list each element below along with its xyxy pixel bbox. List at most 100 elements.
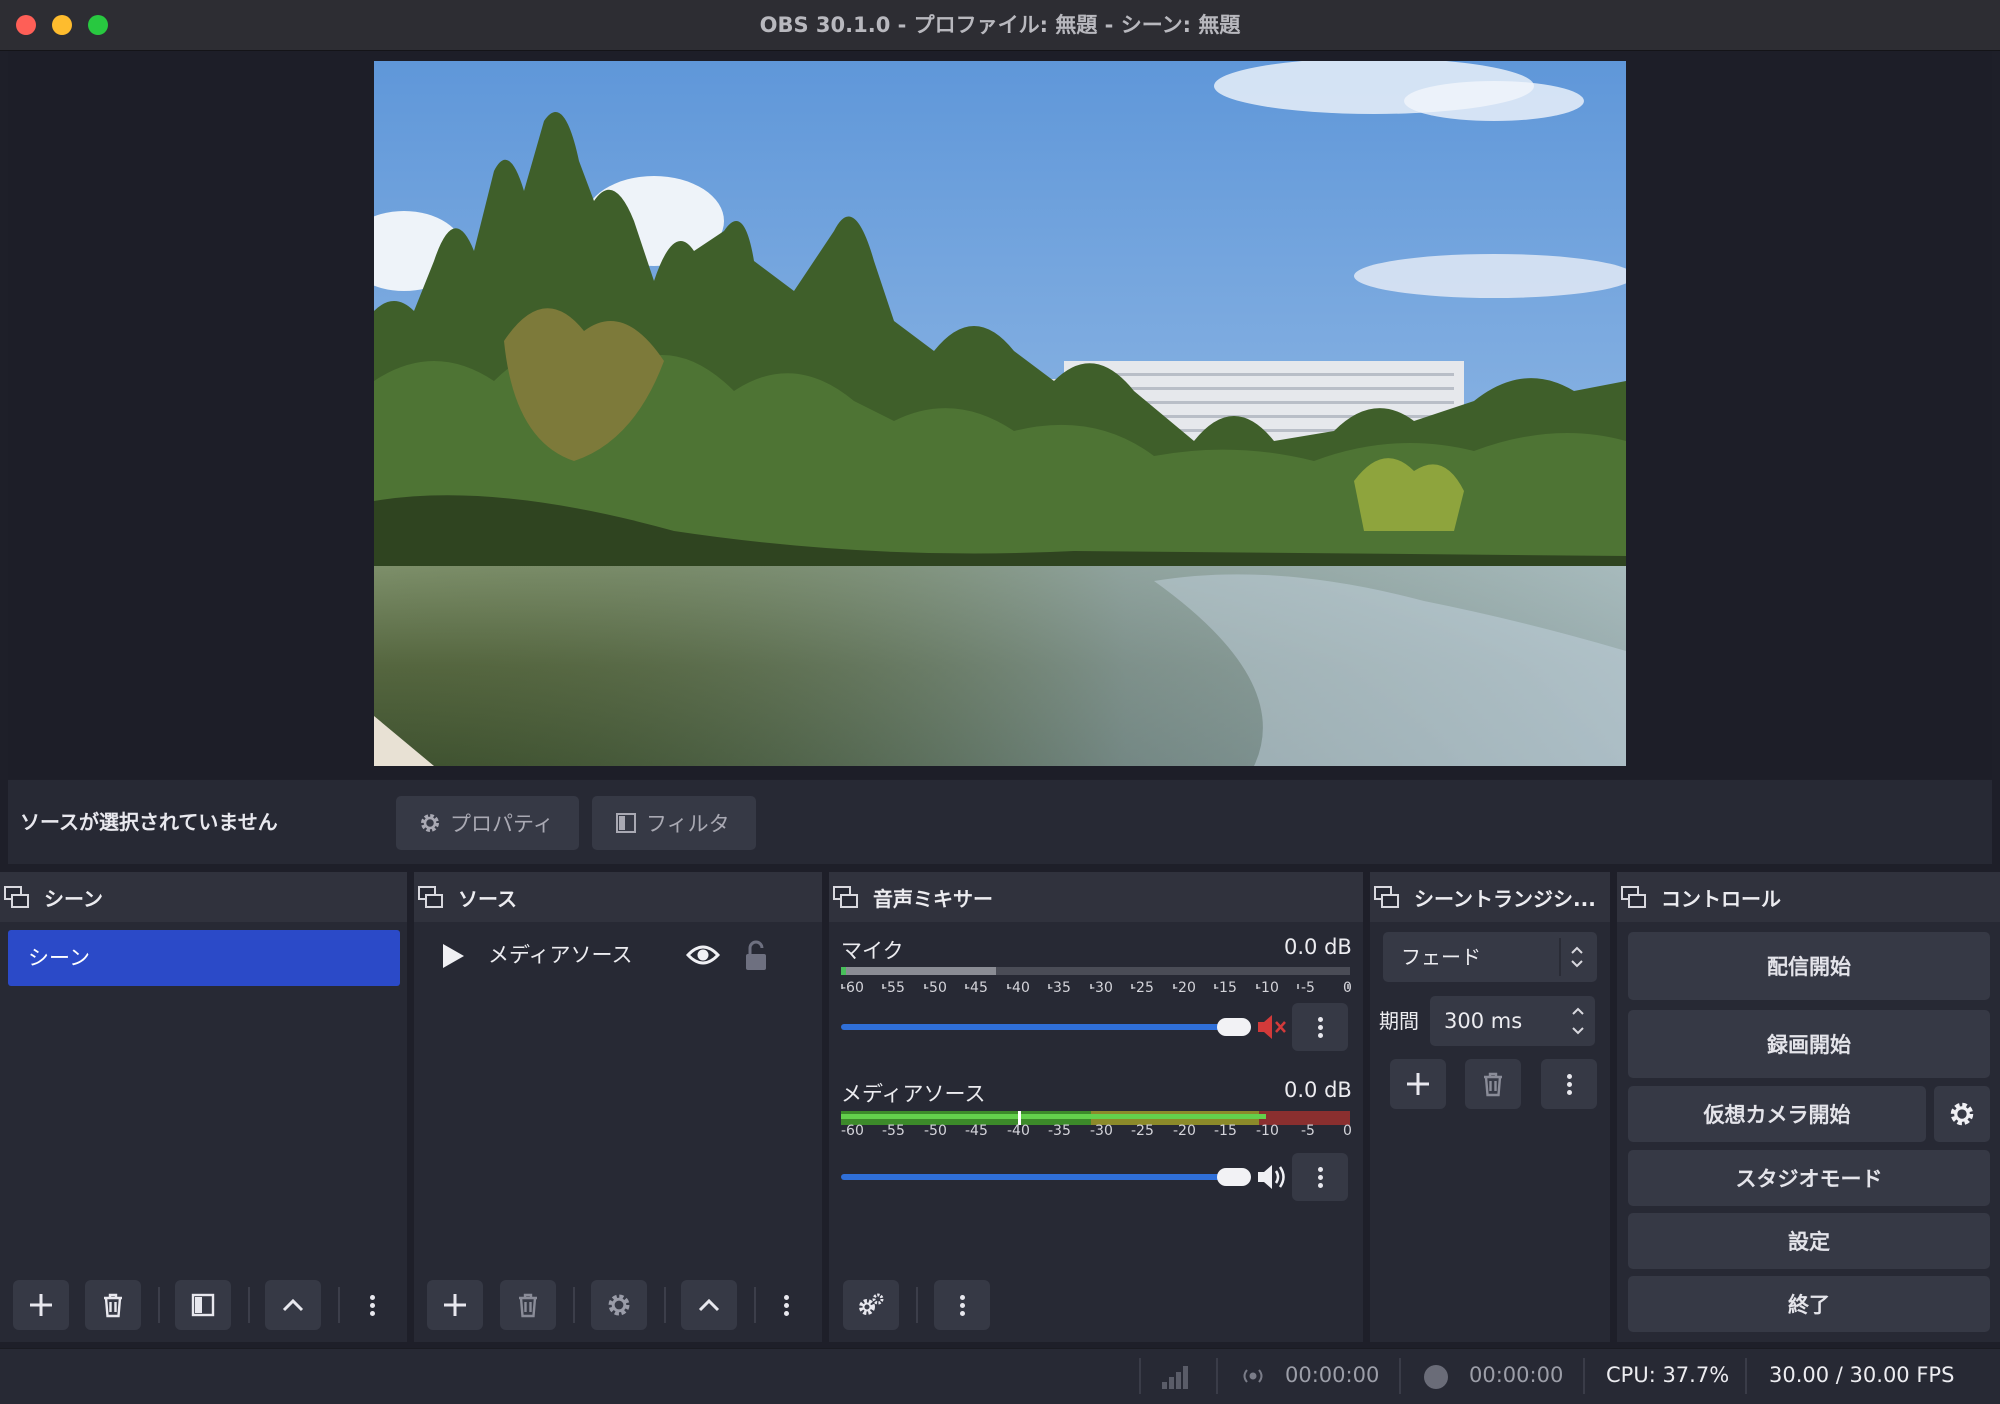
recording-status-icon (1424, 1365, 1448, 1389)
scale-tick: -35 (1048, 1123, 1071, 1139)
scene-list-item[interactable]: シーン (8, 930, 400, 986)
add-scene-button[interactable] (13, 1280, 69, 1330)
record-time: 00:00:00 (1469, 1363, 1564, 1387)
kebab-icon (1317, 1014, 1323, 1041)
mixer-volume-slider[interactable] (841, 1174, 1251, 1180)
scale-tick: -10 (1256, 1123, 1279, 1139)
toolbar-separator (338, 1287, 340, 1323)
transition-more-button[interactable] (1541, 1059, 1597, 1109)
scene-transitions-dock-title: シーントランジシ... (1414, 886, 1596, 911)
scale-tick: -60 (841, 980, 864, 996)
kebab-icon (783, 1292, 789, 1319)
scale-tick: -55 (882, 980, 905, 996)
mixer-volume-knob[interactable] (1217, 1018, 1251, 1036)
audio-mixer-dock-title: 音声ミキサー (873, 886, 993, 911)
mixer-channel-db: 0.0 dB (1284, 935, 1352, 959)
mixer-more-button[interactable] (934, 1280, 990, 1330)
plus-icon (444, 1294, 466, 1316)
remove-transition-button[interactable] (1465, 1059, 1521, 1109)
sources-more-button[interactable] (776, 1280, 796, 1330)
no-source-selected-label: ソースが選択されていません (20, 810, 278, 834)
scale-tick: -45 (965, 980, 988, 996)
mixer-channel-menu-button[interactable] (1292, 1003, 1348, 1051)
mixer-channel-menu-button[interactable] (1292, 1153, 1348, 1201)
start-virtual-camera-button[interactable]: 仮想カメラ開始 (1628, 1086, 1926, 1142)
scale-tick: -30 (1090, 980, 1113, 996)
dock-icon (833, 886, 858, 908)
plus-icon (30, 1294, 52, 1316)
properties-button[interactable]: プロパティ (396, 796, 579, 850)
exit-button[interactable]: 終了 (1628, 1276, 1990, 1332)
scale-tick: -15 (1214, 1123, 1237, 1139)
trash-icon (104, 1293, 122, 1318)
filter-icon (616, 813, 636, 833)
scale-tick: -50 (924, 1123, 947, 1139)
eye-icon[interactable] (686, 941, 720, 969)
scale-tick: -15 (1214, 980, 1237, 996)
mixer-channel-name: マイク (841, 939, 904, 963)
scene-transitions-dock-header[interactable]: シーントランジシ... (1370, 872, 1610, 922)
speaker-icon[interactable] (1256, 1162, 1288, 1192)
toolbar-separator (916, 1287, 918, 1323)
lock-icon[interactable] (742, 938, 770, 972)
status-separator (1139, 1358, 1141, 1394)
move-source-up-button[interactable] (681, 1280, 737, 1330)
scale-tick: -50 (924, 980, 947, 996)
settings-button[interactable]: 設定 (1628, 1213, 1990, 1269)
start-recording-button[interactable]: 録画開始 (1628, 1010, 1990, 1078)
mixer-volume-knob[interactable] (1217, 1168, 1251, 1186)
mixer-level-meter (841, 967, 1350, 975)
up-arrow-icon (698, 1298, 720, 1312)
properties-label: プロパティ (450, 812, 554, 836)
move-scene-up-button[interactable] (265, 1280, 321, 1330)
preview-scene-image (374, 61, 1626, 766)
toolbar-separator (248, 1287, 250, 1323)
advanced-audio-properties-button[interactable] (843, 1280, 899, 1330)
up-arrow-icon (282, 1298, 304, 1312)
transition-select[interactable]: フェード (1383, 932, 1597, 982)
scenes-dock-title: シーン (44, 886, 103, 911)
mixer-scale-labels: -60 -55 -50 -45 -40 -35 -30 -25 -20 -15 … (841, 1123, 1356, 1141)
kebab-icon (1317, 1164, 1323, 1191)
remove-source-button[interactable] (500, 1280, 556, 1330)
mixer-volume-slider[interactable] (841, 1024, 1251, 1030)
filter-icon (191, 1293, 215, 1317)
virtual-camera-settings-button[interactable] (1934, 1086, 1990, 1142)
dock-icon (418, 886, 443, 908)
duration-spinbox[interactable]: 300 ms (1430, 996, 1595, 1046)
preview-canvas[interactable] (374, 61, 1626, 766)
window-title: OBS 30.1.0 - プロファイル: 無題 - シーン: 無題 (759, 13, 1241, 37)
duration-label: 期間 (1379, 1009, 1419, 1033)
filters-label: フィルタ (646, 812, 730, 836)
kebab-icon (959, 1292, 965, 1319)
scenes-dock-header[interactable]: シーン (0, 872, 407, 922)
remove-scene-button[interactable] (85, 1280, 141, 1330)
duration-value: 300 ms (1444, 1009, 1523, 1033)
audio-mixer-dock-header[interactable]: 音声ミキサー (829, 872, 1363, 922)
status-separator (1216, 1358, 1218, 1394)
gear-icon (608, 1294, 630, 1316)
start-streaming-button[interactable]: 配信開始 (1628, 932, 1990, 1000)
controls-dock-title: コントロール (1661, 886, 1781, 911)
sources-dock-header[interactable]: ソース (414, 872, 822, 922)
add-transition-button[interactable] (1390, 1059, 1446, 1109)
scenes-more-button[interactable] (362, 1280, 382, 1330)
stepper-icon[interactable] (1570, 1004, 1586, 1038)
filters-button[interactable]: フィルタ (592, 796, 756, 850)
kebab-icon (1566, 1071, 1572, 1098)
mixer-scale-labels: -60 -55 -50 -45 -40 -35 -30 -25 -20 -15 … (841, 980, 1356, 998)
controls-dock-header[interactable]: コントロール (1617, 872, 2000, 922)
source-properties-button[interactable] (591, 1280, 647, 1330)
scale-tick: -10 (1256, 980, 1279, 996)
gear-icon (421, 814, 439, 832)
speaker-muted-icon[interactable] (1256, 1012, 1288, 1042)
add-source-button[interactable] (427, 1280, 483, 1330)
toolbar-separator (573, 1287, 575, 1323)
studio-mode-button[interactable]: スタジオモード (1628, 1150, 1990, 1206)
scale-tick: -35 (1048, 980, 1071, 996)
scale-tick: -25 (1131, 980, 1154, 996)
trash-icon (1484, 1072, 1502, 1097)
status-separator (1745, 1358, 1747, 1394)
scale-tick: -30 (1090, 1123, 1113, 1139)
scene-filters-button[interactable] (175, 1280, 231, 1330)
